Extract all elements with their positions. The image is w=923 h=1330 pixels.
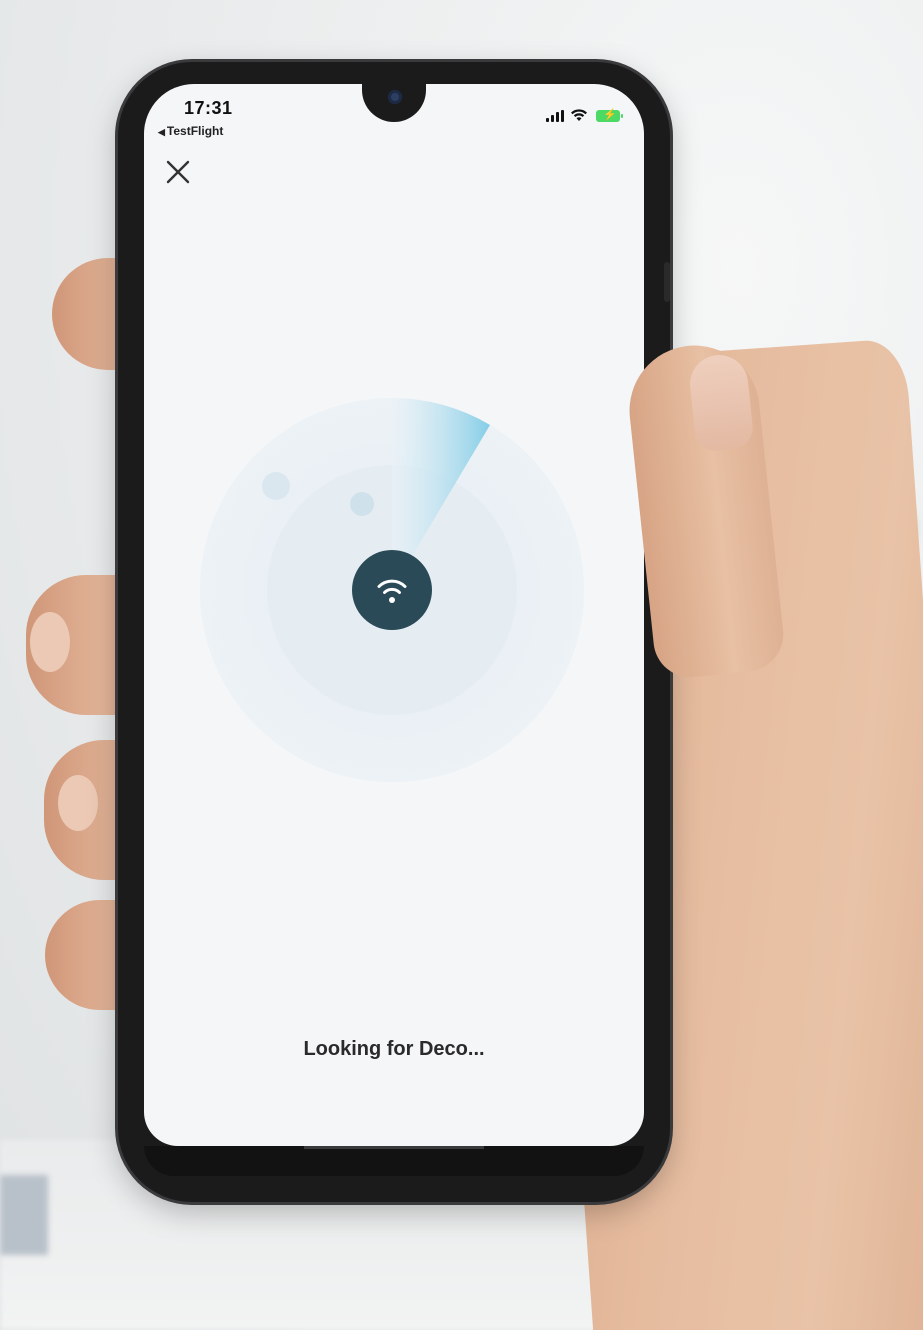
back-arrow-icon: ◀	[158, 127, 165, 137]
phone-side-button	[664, 262, 670, 302]
background-object	[0, 1175, 48, 1255]
fingernail	[30, 612, 70, 672]
radar-blip	[350, 492, 374, 516]
photo-scene: 17:31 ◀ TestFlight ⚡ Looking for Deco...	[0, 0, 923, 1330]
phone-bottom-bezel	[144, 1146, 644, 1176]
wifi-status-icon	[571, 109, 587, 121]
home-indicator	[304, 1146, 484, 1149]
status-icons: ⚡	[546, 106, 623, 122]
radar-animation	[200, 398, 584, 782]
status-time: 17:31	[184, 98, 233, 118]
signal-icon	[546, 110, 564, 122]
searching-status-text: Looking for Deco...	[303, 1038, 485, 1060]
close-icon[interactable]	[162, 156, 194, 188]
back-to-app-link[interactable]: ◀ TestFlight	[158, 124, 223, 138]
wifi-icon	[352, 550, 432, 630]
fingernail	[58, 775, 98, 831]
phone-screen: 17:31 ◀ TestFlight ⚡ Looking for Deco...	[144, 84, 644, 1146]
charging-icon: ⚡	[603, 109, 617, 121]
front-camera	[388, 90, 402, 104]
radar-blip	[262, 472, 290, 500]
back-app-label: TestFlight	[166, 124, 224, 138]
battery-icon: ⚡	[596, 109, 623, 122]
